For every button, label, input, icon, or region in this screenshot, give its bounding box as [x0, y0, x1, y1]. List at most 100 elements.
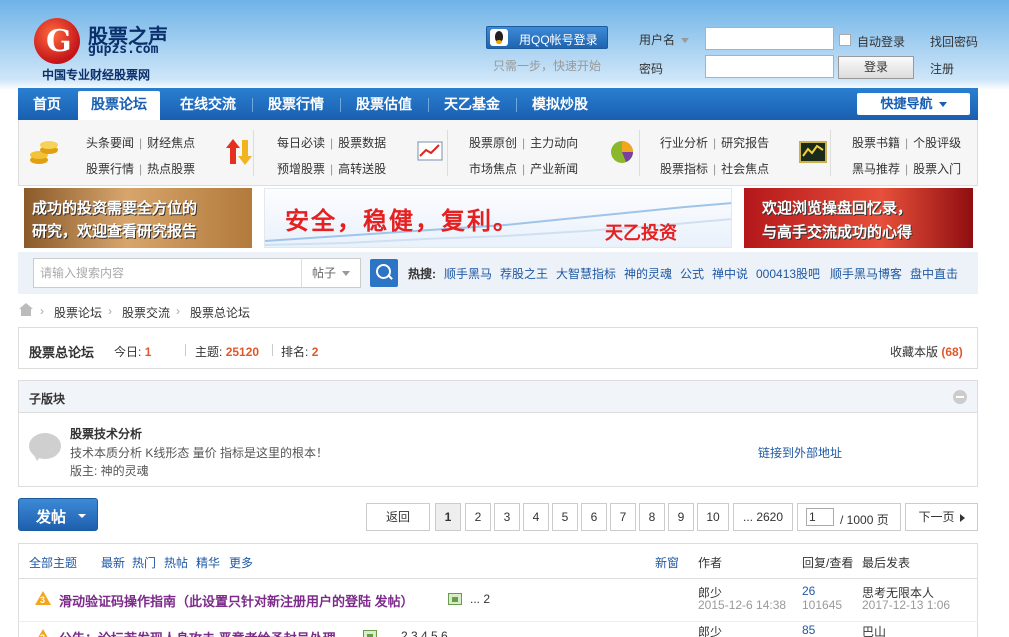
- thread-title[interactable]: 滑动验证码操作指南（此设置只针对新注册用户的登陆 发帖）: [59, 591, 414, 610]
- subnav-link-original[interactable]: 股票原创: [469, 136, 517, 150]
- search-input[interactable]: 请输入搜索内容: [33, 258, 318, 288]
- pager-page-10[interactable]: 10: [697, 503, 729, 531]
- pager-page-4[interactable]: 4: [523, 503, 549, 531]
- favorite-forum-link[interactable]: 收藏本版 (68): [890, 343, 963, 360]
- password-input[interactable]: [705, 55, 834, 78]
- quick-nav-button[interactable]: 快捷导航: [857, 93, 970, 115]
- collapse-icon[interactable]: [953, 390, 967, 404]
- nav-simulated-trading[interactable]: 模拟炒股: [520, 88, 600, 120]
- hot-search-item[interactable]: 大智慧指标: [556, 265, 616, 282]
- subnav-link-research-report[interactable]: 研究报告: [721, 136, 769, 150]
- hot-search-item[interactable]: 禅中说: [712, 265, 748, 282]
- username-type-select[interactable]: 用户名: [639, 31, 690, 48]
- filter-digest[interactable]: 精华: [196, 554, 220, 571]
- thread-pages[interactable]: ... 2: [470, 592, 490, 606]
- subnav-link-stock-quotes[interactable]: 股票行情: [86, 162, 134, 176]
- thread-replies[interactable]: 85: [802, 623, 815, 637]
- search-icon[interactable]: [370, 259, 398, 287]
- breadcrumb-stock-exchange[interactable]: 股票交流: [122, 304, 170, 321]
- subnav-link-headlines[interactable]: 头条要闻: [86, 136, 134, 150]
- subnav-link-stock-rating[interactable]: 个股评级: [913, 136, 961, 150]
- banner-memoir-line1: 欢迎浏览操盘回忆录，: [762, 200, 913, 217]
- pager-page-1[interactable]: 1: [435, 503, 461, 531]
- pager-page-6[interactable]: 6: [581, 503, 607, 531]
- nav-tianyi-fund[interactable]: 天乙基金: [432, 88, 512, 120]
- thread-author[interactable]: 郎少: [698, 623, 722, 637]
- filter-all-topics[interactable]: 全部主题: [29, 554, 77, 571]
- banner-memoir[interactable]: 欢迎浏览操盘回忆录， 与高手交流成功的心得: [744, 188, 973, 248]
- pager-page-3[interactable]: 3: [494, 503, 520, 531]
- pager-page-5[interactable]: 5: [552, 503, 578, 531]
- site-logo[interactable]: G 股票之声 gupzs.com 中国专业财经股票网: [34, 14, 184, 82]
- hot-search-item[interactable]: 公式: [680, 265, 704, 282]
- pager-back-button[interactable]: 返回: [366, 503, 430, 531]
- thread-pages[interactable]: 2 3 4 5 6: [401, 629, 448, 637]
- home-icon[interactable]: [19, 303, 33, 316]
- forum-topics: 主题: 25120: [195, 343, 259, 360]
- subnav-link-daily-read[interactable]: 每日必读: [277, 136, 325, 150]
- subnav-link-profit-forecast[interactable]: 预增股票: [277, 162, 325, 176]
- banner-research[interactable]: 成功的投资需要全方位的 研究，欢迎查看研究报告: [24, 188, 252, 248]
- pager-next-button[interactable]: 下一页: [905, 503, 978, 531]
- subnav-link-market-focus[interactable]: 市场焦点: [469, 162, 517, 176]
- thread-date: 2015-12-6 14:38: [698, 598, 787, 612]
- forgot-password-link[interactable]: 找回密码: [930, 33, 978, 50]
- new-post-button[interactable]: 发帖: [18, 498, 98, 531]
- pager-page-9[interactable]: 9: [668, 503, 694, 531]
- username-input[interactable]: [705, 27, 834, 50]
- subnav-link-dark-horse[interactable]: 黑马推荐: [852, 162, 900, 176]
- subnav-link-finance-focus[interactable]: 财经焦点: [147, 136, 195, 150]
- hot-search-item[interactable]: 顺手黑马: [444, 265, 492, 282]
- hot-search-item[interactable]: 顺手黑马博客: [830, 265, 902, 282]
- pager-last-page[interactable]: ... 2620: [733, 503, 793, 531]
- subnav-link-stock-indicator[interactable]: 股票指标: [660, 162, 708, 176]
- filter-popular[interactable]: 热门: [132, 554, 156, 571]
- filter-more[interactable]: 更多: [229, 554, 253, 571]
- pager-page-2[interactable]: 2: [465, 503, 491, 531]
- subnav-link-high-transfer[interactable]: 高转送股: [338, 162, 386, 176]
- auto-login-label[interactable]: 自动登录: [857, 33, 905, 50]
- hot-search-item[interactable]: 000413股吧: [756, 265, 820, 282]
- nav-online-chat[interactable]: 在线交流: [168, 88, 248, 120]
- banner-tianyi[interactable]: 安全，稳健，复利。 天乙投资: [264, 188, 732, 248]
- breadcrumb-stock-forum[interactable]: 股票论坛: [54, 304, 102, 321]
- filter-hot[interactable]: 热帖: [164, 554, 188, 571]
- filter-latest[interactable]: 最新: [101, 554, 125, 571]
- subnav-link-stock-data[interactable]: 股票数据: [338, 136, 386, 150]
- subnav-link-social-focus[interactable]: 社会焦点: [721, 162, 769, 176]
- pager-page-7[interactable]: 7: [610, 503, 636, 531]
- new-window-toggle[interactable]: 新窗: [655, 554, 679, 571]
- subnav-link-stock-basics[interactable]: 股票入门: [913, 162, 961, 176]
- subnav-link-industry-analysis[interactable]: 行业分析: [660, 136, 708, 150]
- hot-search-item[interactable]: 盘中直击: [910, 265, 958, 282]
- search-type-select[interactable]: 帖子: [301, 258, 361, 288]
- subnav-link-main-force[interactable]: 主力动向: [530, 136, 578, 150]
- pager-page-8[interactable]: 8: [639, 503, 665, 531]
- auto-login-checkbox[interactable]: [839, 34, 851, 46]
- arrows-up-down-icon: [224, 136, 254, 166]
- subnav-row: 每日必读 | 股票数据: [277, 136, 387, 150]
- login-button[interactable]: 登录: [838, 56, 914, 79]
- last-post-user[interactable]: 巴山: [862, 623, 886, 637]
- pager-page-input[interactable]: 1: [806, 508, 834, 526]
- last-post-date[interactable]: 2017-12-13 1:06: [862, 598, 950, 612]
- thread-title[interactable]: 公告：论坛若发现人身攻击 恶意者给予封号处理: [59, 628, 336, 637]
- register-link[interactable]: 注册: [930, 60, 954, 77]
- stat-divider: [185, 344, 186, 356]
- subnav-link-stock-books[interactable]: 股票书籍: [852, 136, 900, 150]
- subnav-link-industry-news[interactable]: 产业新闻: [530, 162, 578, 176]
- subboard-name[interactable]: 股票技术分析: [70, 425, 142, 442]
- subboard-moderator[interactable]: 版主: 神的灵魂: [70, 462, 149, 479]
- thread-replies[interactable]: 26: [802, 584, 815, 598]
- subnav-divider: [639, 130, 640, 176]
- hot-search-item[interactable]: 荐股之王: [500, 265, 548, 282]
- nav-stock-valuation[interactable]: 股票估值: [344, 88, 424, 120]
- subnav-link-hot-stocks[interactable]: 热点股票: [147, 162, 195, 176]
- hot-search-item[interactable]: 神的灵魂: [624, 265, 672, 282]
- qq-login-button[interactable]: 用QQ帐号登录: [486, 26, 608, 49]
- subboard-external-link[interactable]: 链接到外部地址: [758, 444, 842, 461]
- nav-stock-forum[interactable]: 股票论坛: [78, 91, 160, 120]
- nav-stock-quotes[interactable]: 股票行情: [256, 88, 336, 120]
- breadcrumb-main-forum[interactable]: 股票总论坛: [190, 304, 250, 321]
- nav-home[interactable]: 首页: [22, 88, 72, 120]
